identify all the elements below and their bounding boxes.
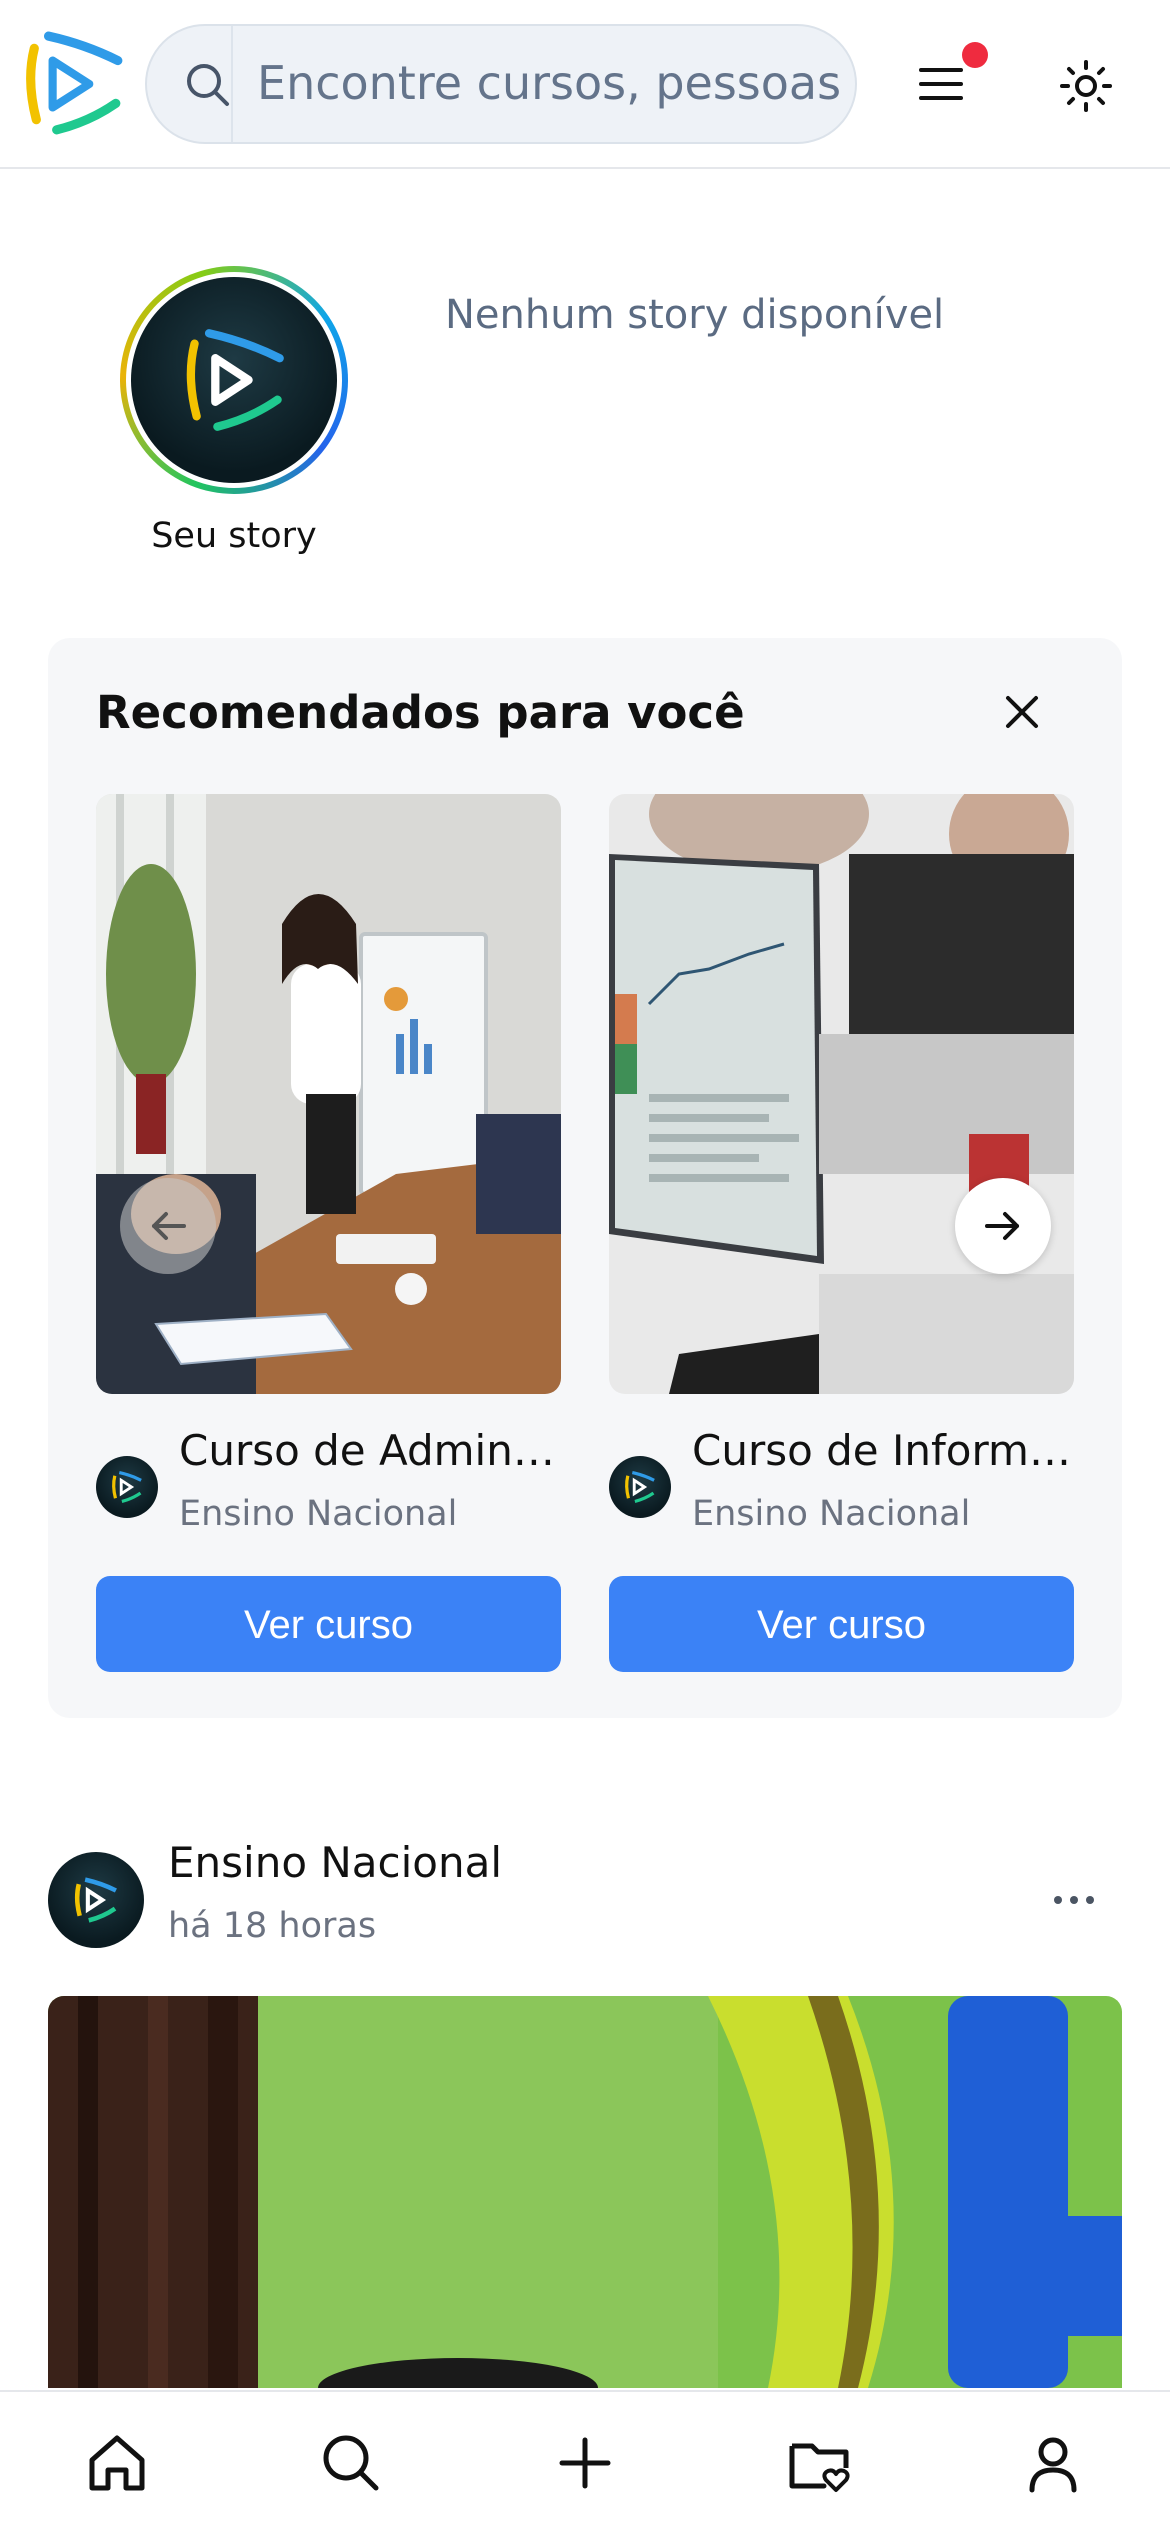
recommended-title: Recomendados para você <box>96 686 745 739</box>
post-timestamp: há 18 horas <box>168 1906 377 1946</box>
search-icon <box>187 64 229 106</box>
user-icon[interactable] <box>1018 2428 1088 2498</box>
more-options-icon[interactable] <box>1052 1890 1096 1910</box>
arrow-right-icon <box>985 1212 1019 1240</box>
plus-icon[interactable] <box>550 2428 620 2498</box>
course-title[interactable]: Curso de Informática <box>692 1426 1074 1475</box>
app-logo[interactable] <box>22 30 124 138</box>
carousel-prev-button[interactable] <box>120 1178 216 1274</box>
post-author-avatar[interactable] <box>48 1852 144 1948</box>
computer-photo <box>609 794 1074 1394</box>
top-header: Encontre cursos, pessoas <box>0 0 1170 169</box>
app-logo <box>74 1877 117 1923</box>
post-author-name[interactable]: Ensino Nacional <box>168 1838 502 1887</box>
course-card[interactable]: Curso de Administração Ensino Nacional V… <box>96 794 561 1672</box>
course-provider: Ensino Nacional <box>692 1494 971 1534</box>
provider-avatar <box>96 1456 158 1518</box>
view-course-button[interactable]: Ver curso <box>609 1576 1074 1672</box>
post-photo <box>48 1996 1122 2388</box>
course-image[interactable] <box>96 794 561 1394</box>
notification-dot <box>962 42 988 68</box>
own-story-avatar[interactable] <box>120 266 348 494</box>
recommended-section: Recomendados para você Curso de Adminis … <box>48 638 1122 1718</box>
menu-icon[interactable] <box>915 58 967 110</box>
sun-icon[interactable] <box>1058 58 1114 114</box>
course-card[interactable]: Curso de Informática Ensino Nacional Ver… <box>609 794 1074 1672</box>
bottom-navigation <box>0 2390 1170 2532</box>
course-title[interactable]: Curso de Administração <box>179 1426 561 1475</box>
search-icon[interactable] <box>316 2428 386 2498</box>
empty-stories-message: Nenhum story disponível <box>445 292 945 338</box>
search-placeholder: Encontre cursos, pessoas <box>257 56 842 110</box>
folder-heart-icon[interactable] <box>784 2428 854 2498</box>
app-logo <box>186 329 284 431</box>
search-input[interactable]: Encontre cursos, pessoas <box>145 24 857 144</box>
course-provider: Ensino Nacional <box>179 1494 458 1534</box>
home-icon[interactable] <box>82 2428 152 2498</box>
carousel-next-button[interactable] <box>955 1178 1051 1274</box>
view-course-button[interactable]: Ver curso <box>96 1576 561 1672</box>
arrow-left-icon <box>152 1212 186 1240</box>
course-image[interactable] <box>609 794 1074 1394</box>
post-image[interactable] <box>48 1996 1122 2388</box>
provider-avatar <box>609 1456 671 1518</box>
search-divider <box>231 26 233 142</box>
close-icon[interactable] <box>998 688 1046 736</box>
own-story-label: Seu story <box>151 516 317 556</box>
meeting-photo <box>96 794 561 1394</box>
